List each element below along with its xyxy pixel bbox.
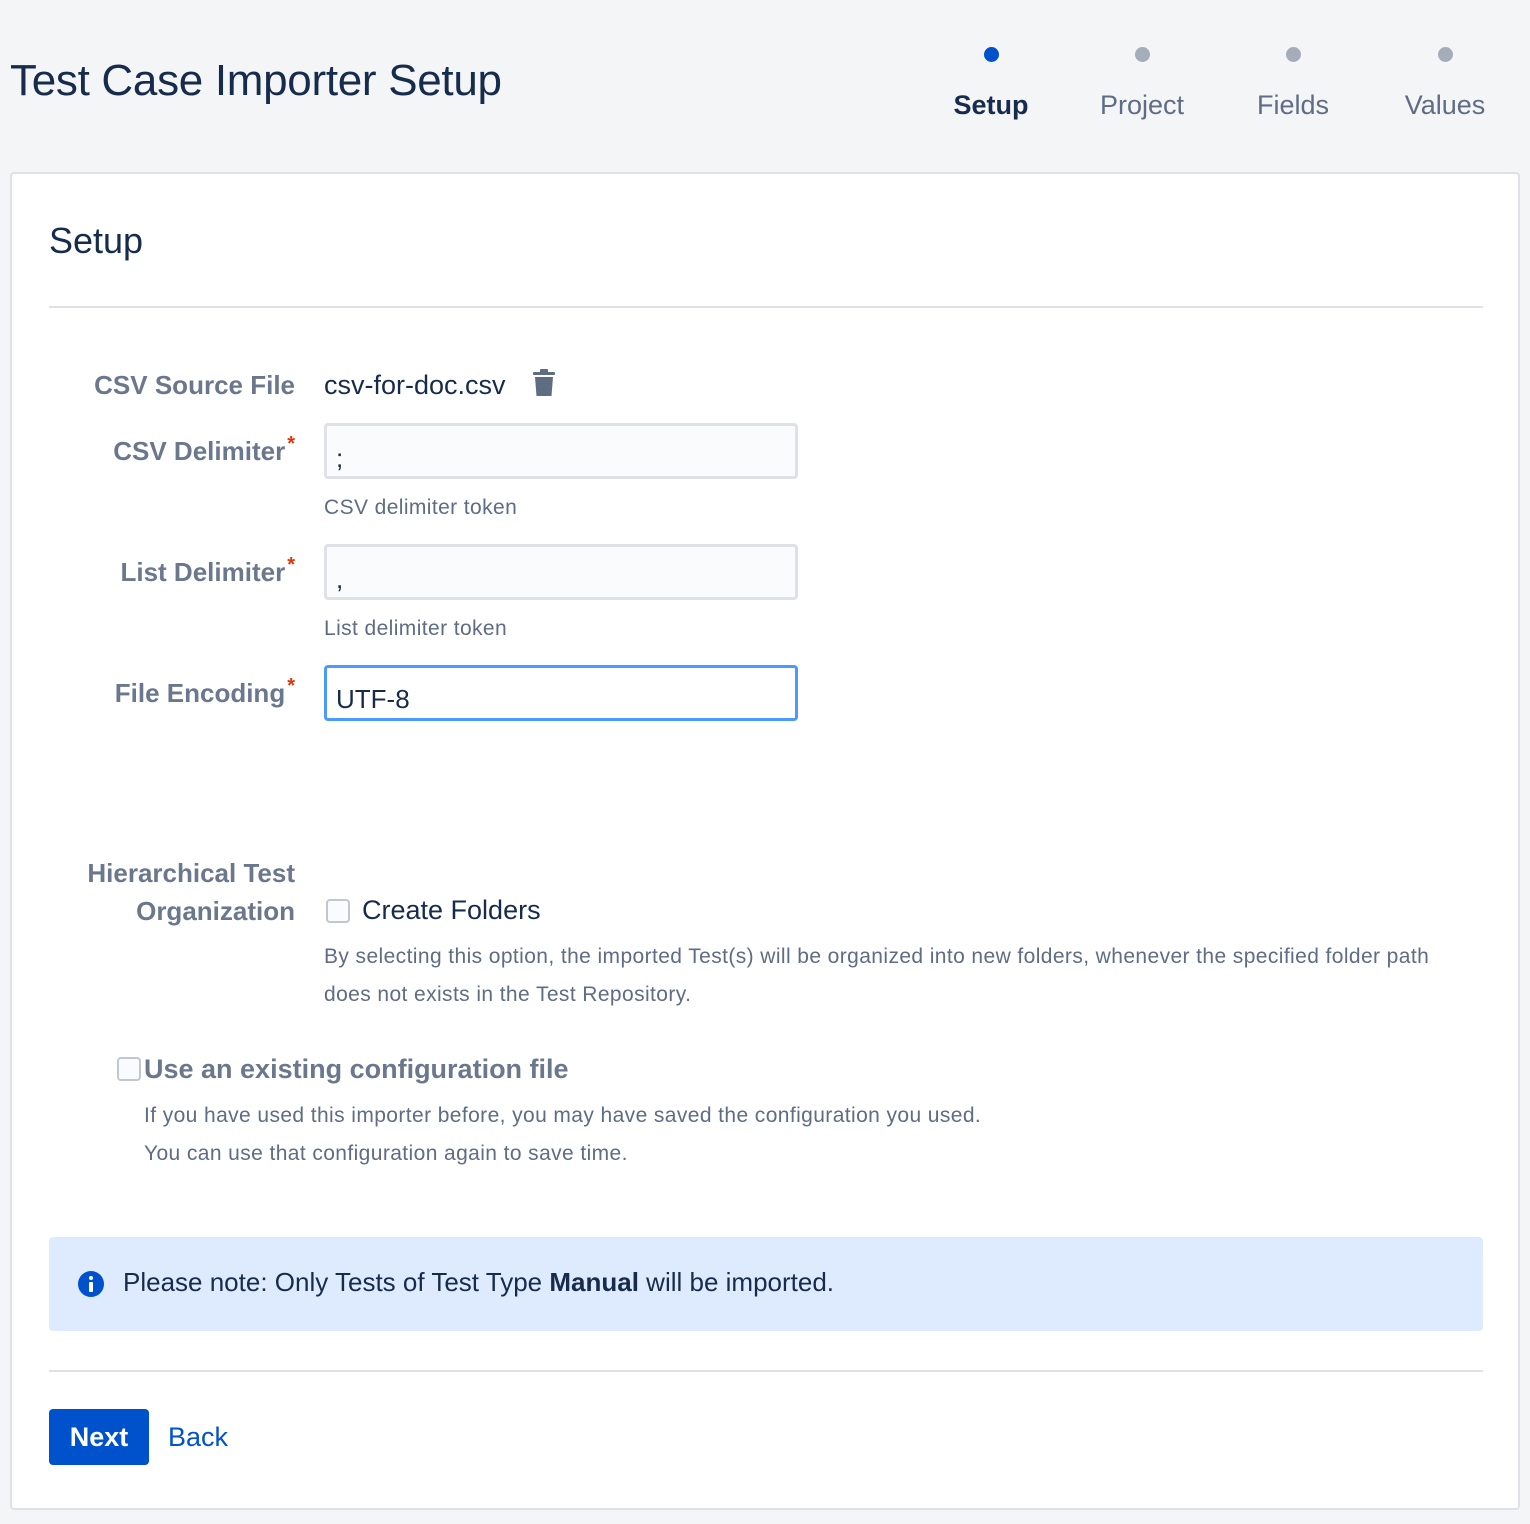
list-delimiter-input[interactable] — [324, 544, 798, 600]
step-label: Setup — [953, 90, 1029, 120]
note-text-bold: Manual — [549, 1267, 639, 1297]
source-file-name: csv-for-doc.csv — [324, 370, 506, 400]
step-dot-icon — [1437, 47, 1453, 62]
setup-card: Setup CSV Source File csv-for-doc.csv CS… — [10, 172, 1520, 1510]
file-encoding-input[interactable] — [324, 665, 798, 721]
existing-config-description: If you have used this importer before, y… — [144, 1097, 981, 1173]
next-button[interactable]: Next — [49, 1409, 149, 1465]
source-file-label: CSV Source File — [0, 366, 295, 404]
step-dot-icon — [1134, 47, 1150, 62]
existing-config-desc-line2: You can use that configuration again to … — [144, 1142, 628, 1165]
required-mark: * — [287, 554, 295, 576]
create-folders-label[interactable]: Create Folders — [362, 895, 541, 926]
file-encoding-label: File Encoding * — [0, 674, 295, 715]
step-dot-icon — [1285, 47, 1301, 62]
create-folders-desc-line1: By selecting this option, the imported T… — [324, 945, 1430, 968]
progress-tracker: Setup Project Fields Values — [915, 40, 1521, 140]
required-mark: * — [287, 675, 295, 697]
divider — [49, 306, 1483, 308]
info-note: Please note: Only Tests of Test Type Man… — [49, 1237, 1483, 1331]
file-encoding-label-text: File Encoding — [114, 678, 286, 708]
step-fields[interactable]: Fields — [1217, 40, 1369, 121]
source-file-label-text: CSV Source File — [94, 370, 295, 400]
hierarchy-label-line2: Organization — [136, 896, 295, 926]
create-folders-desc-line2: does not exists in the Test Repository. — [324, 983, 692, 1006]
existing-config-checkbox[interactable] — [117, 1057, 141, 1081]
existing-config-label[interactable]: Use an existing configuration file — [144, 1054, 569, 1085]
create-folders-description: By selecting this option, the imported T… — [324, 938, 1429, 1014]
csv-delimiter-help: CSV delimiter token — [324, 496, 518, 519]
hierarchy-label-line1: Hierarchical Test — [87, 858, 295, 888]
list-delimiter-label: List Delimiter * — [0, 553, 295, 594]
create-folders-checkbox[interactable] — [326, 899, 350, 923]
back-link[interactable]: Back — [168, 1422, 228, 1453]
info-icon — [78, 1271, 104, 1297]
csv-delimiter-label-text: CSV Delimiter — [113, 436, 286, 466]
existing-config-desc-line1: If you have used this importer before, y… — [144, 1104, 982, 1127]
required-mark: * — [287, 433, 295, 455]
note-text: Please note: Only Tests of Test Type Man… — [123, 1267, 834, 1298]
page-title: Test Case Importer Setup — [10, 56, 502, 105]
step-dot-icon — [983, 47, 999, 62]
csv-delimiter-input[interactable] — [324, 423, 798, 479]
trash-icon[interactable] — [532, 369, 556, 397]
step-project[interactable]: Project — [1066, 40, 1218, 121]
hierarchy-label-2: Organization — [0, 892, 295, 930]
step-setup[interactable]: Setup — [915, 40, 1067, 121]
step-label: Values — [1404, 90, 1486, 120]
note-text-before: Please note: Only Tests of Test Type — [123, 1267, 550, 1297]
note-text-after: will be imported. — [638, 1267, 835, 1297]
hierarchy-label: Hierarchical Test — [0, 854, 295, 892]
list-delimiter-label-text: List Delimiter — [120, 557, 286, 587]
step-values[interactable]: Values — [1369, 40, 1521, 121]
divider — [49, 1370, 1483, 1372]
step-label: Project — [1099, 90, 1185, 120]
list-delimiter-help: List delimiter token — [324, 617, 508, 640]
csv-delimiter-label: CSV Delimiter * — [0, 432, 295, 473]
card-title: Setup — [49, 220, 144, 261]
step-label: Fields — [1256, 90, 1330, 120]
